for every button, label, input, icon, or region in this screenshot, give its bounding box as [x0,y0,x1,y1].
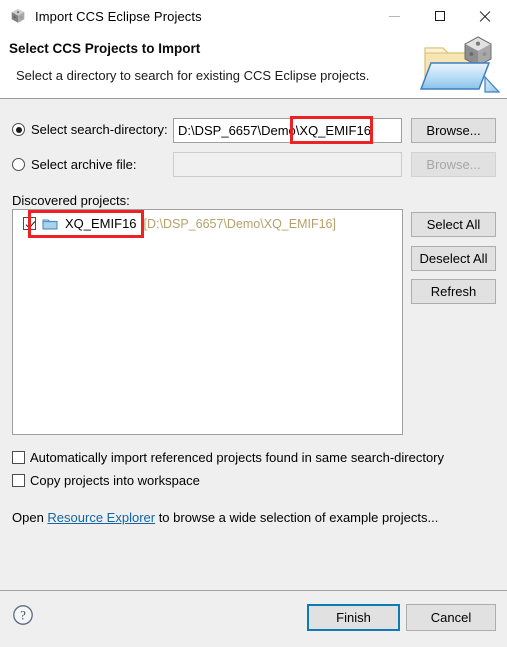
copy-projects-checkbox[interactable] [12,474,25,487]
archive-file-radio[interactable] [12,158,25,171]
select-archive-file-radio-row[interactable]: Select archive file: [12,157,137,172]
svg-text:?: ? [20,609,26,623]
resource-explorer-line: Open Resource Explorer to browse a wide … [12,510,438,525]
list-item[interactable]: XQ_EMIF16 [D:\DSP_6657\Demo\XQ_EMIF16] [23,216,336,231]
select-search-directory-radio-row[interactable]: Select search-directory: [12,122,168,137]
auto-import-referenced-row[interactable]: Automatically import referenced projects… [12,450,444,465]
close-icon [478,10,491,23]
search-directory-input[interactable]: D:\DSP_6657\Demo\XQ_EMIF16 [173,118,402,143]
title-bar: Import CCS Eclipse Projects [0,0,507,32]
minimize-button[interactable] [372,0,417,32]
project-path: [D:\DSP_6657\Demo\XQ_EMIF16] [143,216,336,231]
browse-search-directory-button[interactable]: Browse... [411,118,496,143]
resource-explorer-prefix: Open [12,510,48,525]
refresh-button[interactable]: Refresh [411,279,496,304]
page-title: Select CCS Projects to Import [9,41,201,56]
footer-separator [0,590,507,591]
resource-explorer-link[interactable]: Resource Explorer [47,510,155,525]
project-name: XQ_EMIF16 [65,216,137,231]
select-all-button[interactable]: Select All [411,212,496,237]
resource-explorer-suffix: to browse a wide selection of example pr… [155,510,439,525]
folder-icon [42,217,58,230]
window-title: Import CCS Eclipse Projects [35,8,202,24]
deselect-all-button[interactable]: Deselect All [411,246,496,271]
discovered-projects-list[interactable]: XQ_EMIF16 [D:\DSP_6657\Demo\XQ_EMIF16] [12,209,403,435]
browse-archive-file-button[interactable]: Browse... [411,152,496,177]
archive-file-label: Select archive file: [31,157,137,172]
help-question-icon[interactable]: ? [12,604,34,626]
finish-button[interactable]: Finish [307,604,400,631]
copy-projects-row[interactable]: Copy projects into workspace [12,473,200,488]
minimize-icon [389,15,400,17]
cancel-button[interactable]: Cancel [406,604,496,631]
close-button[interactable] [462,0,507,32]
auto-import-referenced-checkbox[interactable] [12,451,25,464]
maximize-button[interactable] [417,0,462,32]
project-checkbox[interactable] [23,217,36,230]
page-subtitle: Select a directory to search for existin… [16,68,370,83]
window-controls [372,0,507,32]
search-directory-radio[interactable] [12,123,25,136]
wizard-header: Select CCS Projects to Import Select a d… [0,32,507,99]
discovered-projects-label: Discovered projects: [12,193,130,208]
maximize-icon [434,11,445,21]
import-folder-cube-icon [417,32,503,98]
import-ccs-eclipse-projects-dialog: Import CCS Eclipse Projects Select CCS P… [0,0,507,647]
search-directory-label: Select search-directory: [31,122,168,137]
ccs-cube-icon [10,8,26,24]
copy-projects-label: Copy projects into workspace [30,473,200,488]
archive-file-input[interactable] [173,152,402,177]
auto-import-referenced-label: Automatically import referenced projects… [30,450,445,465]
